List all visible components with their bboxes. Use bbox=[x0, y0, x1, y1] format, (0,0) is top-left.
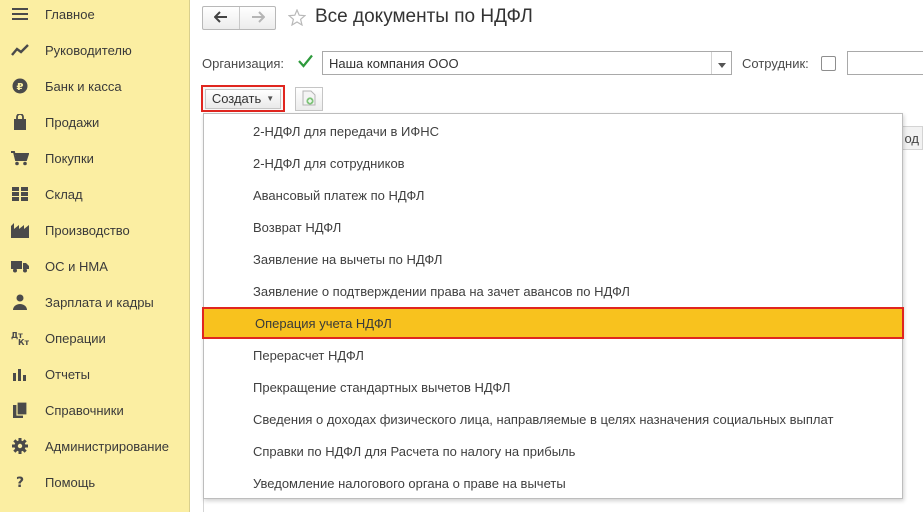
sidebar-item-label: Зарплата и кадры bbox=[45, 294, 154, 310]
menu-item-selected[interactable]: Операция учета НДФЛ bbox=[202, 307, 904, 339]
truck-icon bbox=[10, 256, 30, 276]
menu-item[interactable]: Возврат НДФЛ bbox=[204, 211, 902, 243]
back-button[interactable] bbox=[203, 7, 239, 29]
sidebar-item-label: Помощь bbox=[45, 474, 96, 490]
menu-item[interactable]: 2-НДФЛ для передачи в ИФНС bbox=[204, 115, 902, 147]
sidebar-item-reports[interactable]: Отчеты bbox=[0, 356, 190, 392]
sidebar-item-manager[interactable]: Руководителю bbox=[0, 32, 190, 68]
sidebar-item-warehouse[interactable]: Склад bbox=[0, 176, 190, 212]
sidebar-item-label: Производство bbox=[45, 222, 130, 238]
sidebar-item-operations[interactable]: Дт Кт Операции bbox=[0, 320, 190, 356]
sidebar-item-label: Банк и касса bbox=[45, 78, 122, 94]
menu-item[interactable]: 2-НДФЛ для сотрудников bbox=[204, 147, 902, 179]
sidebar-item-bank[interactable]: ₽ Банк и касса bbox=[0, 68, 190, 104]
add-document-button[interactable] bbox=[295, 87, 323, 111]
create-button[interactable]: Создать ▼ bbox=[201, 85, 285, 112]
menu-lines-icon bbox=[10, 4, 30, 24]
factory-icon bbox=[10, 220, 30, 240]
sidebar-item-salary[interactable]: Зарплата и кадры bbox=[0, 284, 190, 320]
sidebar: Главное Руководителю ₽ Банк и касса Прод… bbox=[0, 0, 190, 512]
arrow-right-icon bbox=[251, 10, 265, 26]
menu-item[interactable]: Справки по НДФЛ для Расчета по налогу на… bbox=[204, 435, 902, 467]
trend-chart-icon bbox=[10, 40, 30, 60]
sidebar-item-label: Руководителю bbox=[45, 42, 132, 58]
organization-label: Организация: bbox=[202, 56, 285, 71]
page-title: Все документы по НДФЛ bbox=[315, 6, 533, 27]
sidebar-item-production[interactable]: Производство bbox=[0, 212, 190, 248]
arrow-left-icon bbox=[213, 10, 228, 26]
sidebar-item-sales[interactable]: Продажи bbox=[0, 104, 190, 140]
sidebar-item-label: Администрирование bbox=[45, 438, 169, 454]
favorite-star-icon[interactable] bbox=[287, 6, 307, 28]
svg-text:Кт: Кт bbox=[18, 338, 29, 346]
svg-text:₽: ₽ bbox=[17, 82, 24, 93]
chevron-down-icon: ▼ bbox=[266, 94, 275, 103]
dropdown-button[interactable] bbox=[711, 52, 731, 74]
menu-item[interactable]: Заявление на вычеты по НДФЛ bbox=[204, 243, 902, 275]
menu-item[interactable]: Перерасчет НДФЛ bbox=[204, 339, 902, 371]
menu-item[interactable]: Сведения о доходах физического лица, нап… bbox=[204, 403, 902, 435]
gear-icon bbox=[10, 436, 30, 456]
person-icon bbox=[10, 292, 30, 312]
navigation-buttons bbox=[202, 6, 276, 30]
sidebar-item-administration[interactable]: Администрирование bbox=[0, 428, 190, 464]
sidebar-item-label: Операции bbox=[45, 330, 106, 346]
sidebar-item-references[interactable]: Справочники bbox=[0, 392, 190, 428]
sidebar-item-label: ОС и НМА bbox=[45, 258, 108, 274]
menu-item[interactable]: Заявление о подтверждении права на зачет… bbox=[204, 275, 902, 307]
organization-field[interactable]: Наша компания ООО bbox=[322, 51, 732, 75]
sidebar-item-label: Продажи bbox=[45, 114, 100, 130]
sidebar-item-fixed-assets[interactable]: ОС и НМА bbox=[0, 248, 190, 284]
question-icon: ? bbox=[10, 472, 30, 492]
shopping-bag-icon bbox=[10, 112, 30, 132]
checkmark-icon bbox=[298, 54, 313, 71]
debit-credit-icon: Дт Кт bbox=[10, 328, 30, 348]
warehouse-grid-icon bbox=[10, 184, 30, 204]
menu-item[interactable]: Авансовый платеж по НДФЛ bbox=[204, 179, 902, 211]
ruble-coin-icon: ₽ bbox=[10, 76, 30, 96]
organization-checkbox[interactable] bbox=[298, 54, 313, 71]
menu-item[interactable]: Уведомление налогового органа о праве на… bbox=[204, 467, 902, 499]
document-add-icon bbox=[302, 90, 316, 109]
sidebar-item-label: Главное bbox=[45, 6, 95, 22]
employee-checkbox[interactable] bbox=[821, 56, 836, 71]
bar-chart-icon bbox=[10, 364, 30, 384]
sidebar-item-label: Отчеты bbox=[45, 366, 90, 382]
create-dropdown-menu: 2-НДФЛ для передачи в ИФНС 2-НДФЛ для сот… bbox=[202, 113, 904, 499]
table-header-column: од bbox=[904, 131, 919, 146]
sidebar-item-main[interactable]: Главное bbox=[0, 0, 190, 32]
employee-field[interactable] bbox=[847, 51, 923, 75]
sidebar-item-purchases[interactable]: Покупки bbox=[0, 140, 190, 176]
svg-text:?: ? bbox=[16, 475, 24, 490]
employee-label: Сотрудник: bbox=[742, 56, 809, 71]
sidebar-item-help[interactable]: ? Помощь bbox=[0, 464, 190, 500]
organization-value: Наша компания ООО bbox=[329, 55, 459, 71]
menu-item[interactable]: Прекращение стандартных вычетов НДФЛ bbox=[204, 371, 902, 403]
sidebar-item-label: Справочники bbox=[45, 402, 124, 418]
sidebar-item-label: Склад bbox=[45, 186, 83, 202]
create-button-label: Создать bbox=[211, 91, 262, 106]
sidebar-item-label: Покупки bbox=[45, 150, 94, 166]
books-icon bbox=[10, 400, 30, 420]
chevron-down-icon bbox=[717, 56, 726, 71]
shopping-cart-icon bbox=[10, 148, 30, 168]
forward-button[interactable] bbox=[239, 7, 275, 29]
